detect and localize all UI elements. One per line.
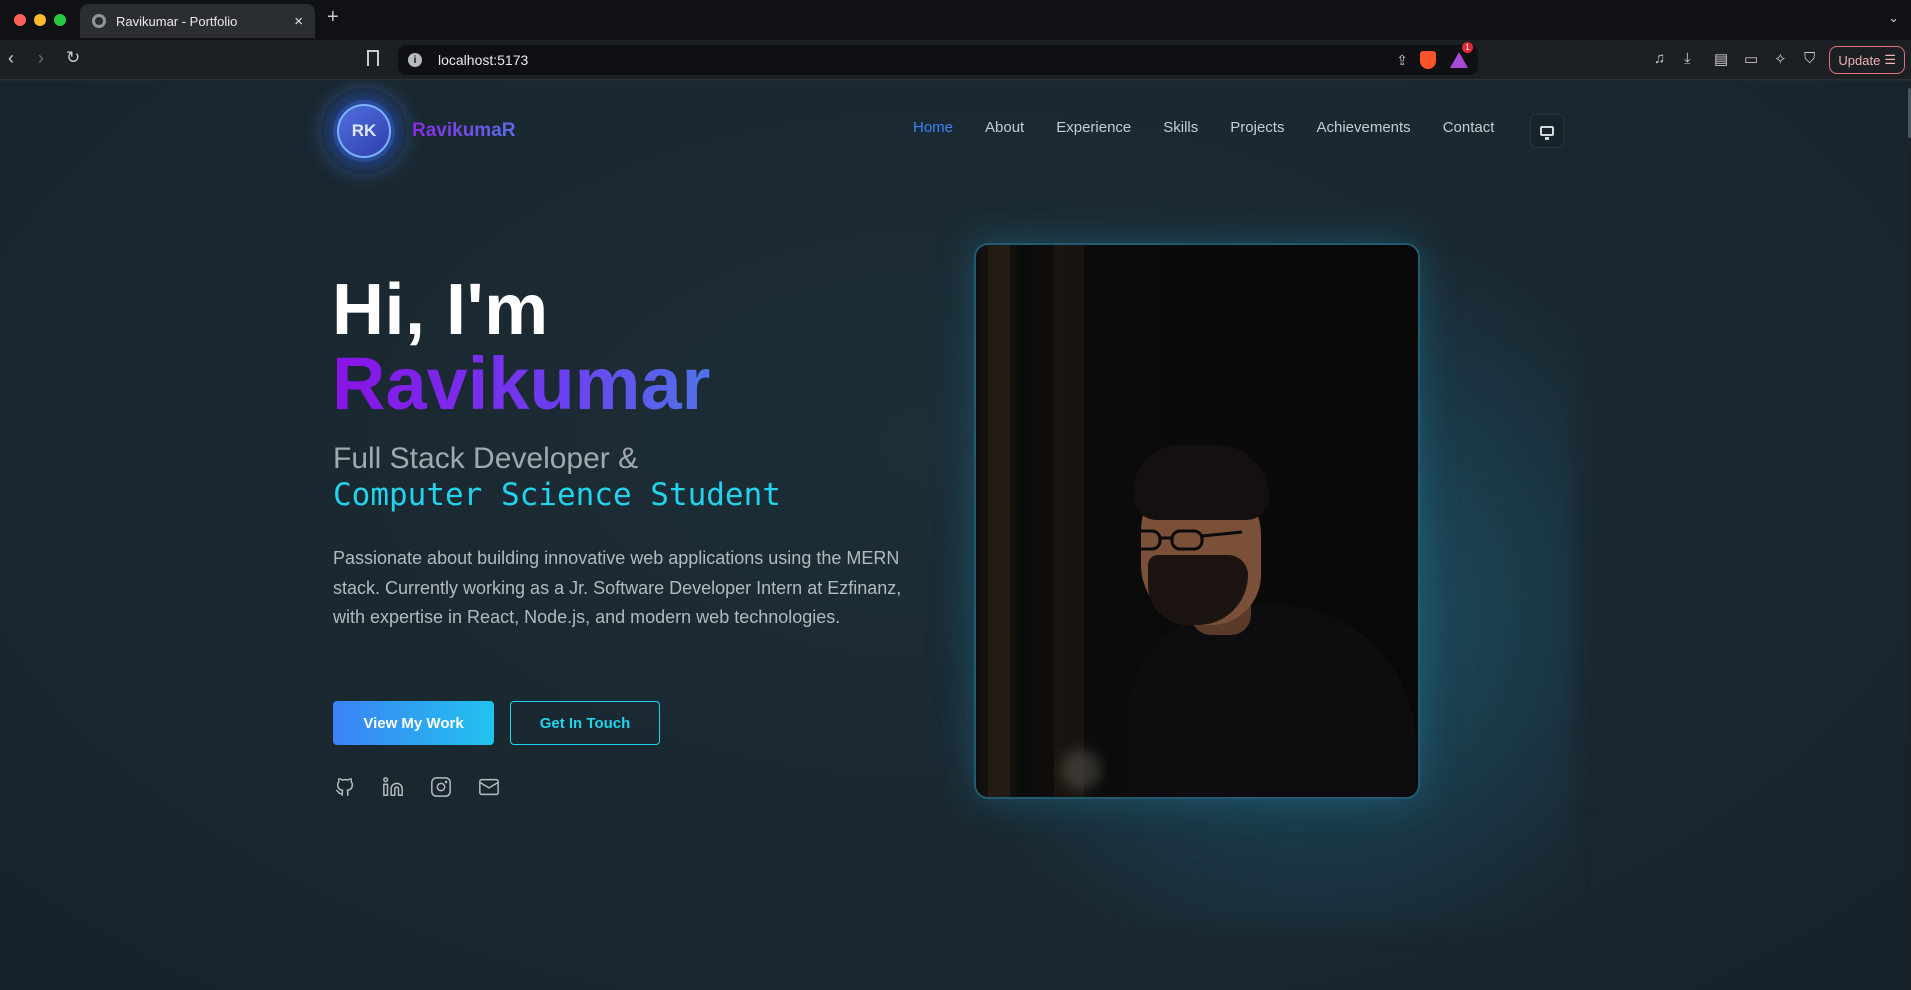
- globe-icon: [92, 14, 106, 28]
- nav-skills[interactable]: Skills: [1163, 119, 1198, 136]
- profile-photo: [974, 243, 1420, 799]
- nav-projects[interactable]: Projects: [1230, 119, 1284, 136]
- glasses-icon: [1128, 529, 1243, 551]
- update-button[interactable]: Update ☰: [1829, 46, 1905, 74]
- person-hair: [1134, 445, 1269, 520]
- nav-home[interactable]: Home: [913, 119, 953, 136]
- sidebar-icon[interactable]: ▤: [1714, 50, 1728, 68]
- browser-toolbar: ‹ › ↻ i localhost:5173 ⇪ 1 ♫ ⤓ ▤ ▭ ✧ ⛉ U…: [0, 40, 1911, 80]
- photo-background-band: [988, 245, 1010, 797]
- active-tab[interactable]: Ravikumar - Portfolio ×: [80, 4, 315, 38]
- logo-name: RavikumaR: [412, 120, 516, 141]
- vpn-shield-icon[interactable]: ⛉: [1804, 50, 1815, 67]
- theme-toggle-button[interactable]: [1530, 114, 1564, 148]
- window-close-button[interactable]: [14, 14, 26, 26]
- main-nav: Home About Experience Skills Projects Ac…: [913, 119, 1494, 136]
- url-text[interactable]: localhost:5173: [438, 52, 1396, 68]
- mail-icon[interactable]: [478, 776, 500, 798]
- nav-contact[interactable]: Contact: [1443, 119, 1495, 136]
- person-shirt: [1126, 605, 1416, 797]
- instagram-icon[interactable]: [430, 776, 452, 798]
- forward-icon[interactable]: ›: [38, 48, 44, 69]
- nav-about[interactable]: About: [985, 119, 1024, 136]
- window-maximize-button[interactable]: [54, 14, 66, 26]
- browser-tab-bar: Ravikumar - Portfolio × + ⌄: [0, 0, 1911, 40]
- site-info-icon[interactable]: i: [408, 53, 422, 67]
- github-icon[interactable]: [334, 776, 356, 798]
- rewards-badge: 1: [1462, 42, 1473, 53]
- new-tab-button[interactable]: +: [327, 6, 339, 29]
- hero-greeting: Hi, I'm: [332, 270, 549, 350]
- menu-icon: ☰: [1884, 52, 1896, 67]
- photo-background-band: [1054, 245, 1084, 797]
- window-minimize-button[interactable]: [34, 14, 46, 26]
- logo-initials: RK: [337, 104, 391, 158]
- reload-icon[interactable]: ↻: [66, 48, 80, 68]
- hero-description: Passionate about building innovative web…: [333, 548, 902, 627]
- leo-ai-icon[interactable]: ✧: [1774, 50, 1787, 68]
- tab-list-chevron-icon[interactable]: ⌄: [1888, 10, 1899, 26]
- wallet-icon[interactable]: ▭: [1744, 50, 1758, 68]
- linkedin-icon[interactable]: [382, 776, 404, 798]
- brave-shields-icon[interactable]: [1420, 51, 1436, 69]
- update-label: Update: [1838, 52, 1881, 68]
- bookmark-icon[interactable]: [367, 50, 379, 66]
- social-links: [334, 776, 500, 798]
- tab-close-icon[interactable]: ×: [294, 13, 303, 30]
- site-logo[interactable]: RK RavikumaR: [321, 88, 516, 174]
- photo-bokeh: [1061, 750, 1101, 790]
- address-bar[interactable]: i localhost:5173 ⇪ 1: [398, 42, 1478, 75]
- nav-achievements[interactable]: Achievements: [1316, 119, 1410, 136]
- view-my-work-button[interactable]: View My Work: [333, 701, 494, 745]
- media-icon[interactable]: ♫: [1654, 50, 1665, 67]
- back-icon[interactable]: ‹: [8, 48, 14, 69]
- get-in-touch-button[interactable]: Get In Touch: [510, 701, 660, 745]
- hero-role-line2: Computer Science Student: [333, 477, 781, 513]
- brave-rewards-icon[interactable]: 1: [1450, 42, 1473, 68]
- download-icon[interactable]: ⤓: [1684, 50, 1691, 67]
- share-icon[interactable]: ⇪: [1396, 52, 1408, 69]
- hero-name: Ravikumar: [332, 342, 711, 425]
- logo-badge: RK: [321, 88, 407, 174]
- portfolio-page: RK RavikumaR Home About Experience Skill…: [0, 81, 1908, 990]
- tab-title: Ravikumar - Portfolio: [116, 13, 238, 29]
- hero-role-line1: Full Stack Developer &: [333, 442, 639, 475]
- nav-experience[interactable]: Experience: [1056, 119, 1131, 136]
- monitor-icon: [1540, 126, 1554, 140]
